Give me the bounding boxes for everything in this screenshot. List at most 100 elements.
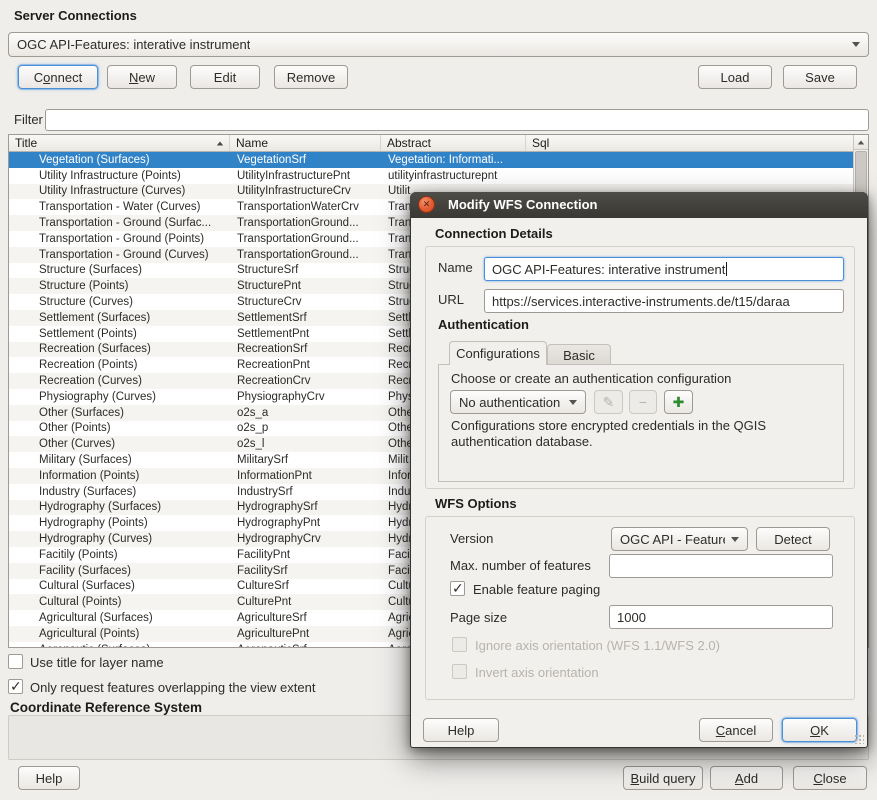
load-button[interactable]: Load: [698, 65, 772, 89]
cell-title: Agricultural (Surfaces): [9, 612, 230, 624]
max-features-input[interactable]: [609, 554, 833, 578]
scroll-up-button[interactable]: [854, 135, 868, 150]
cell-title: Transportation - Ground (Curves): [9, 249, 230, 261]
cell-title: Industry (Surfaces): [9, 486, 230, 498]
url-input[interactable]: https://services.interactive-instruments…: [484, 289, 844, 313]
column-header-title[interactable]: Title: [9, 135, 230, 151]
cell-name: AgricultureSrf: [230, 612, 381, 624]
cell-title: Other (Curves): [9, 438, 230, 450]
enable-paging-checkbox[interactable]: [450, 581, 465, 596]
build-query-button[interactable]: Build query: [623, 766, 703, 790]
text-cursor: [726, 262, 727, 276]
connect-button[interactable]: Connect: [18, 65, 98, 89]
auth-config-dropdown[interactable]: No authentication: [450, 390, 586, 414]
filter-input[interactable]: [45, 109, 869, 131]
cell-title: Transportation - Ground (Points): [9, 233, 230, 245]
cell-name: FacilitySrf: [230, 565, 381, 577]
max-features-label: Max. number of features: [450, 558, 591, 573]
cell-title: Vegetation (Surfaces): [9, 154, 230, 166]
cell-name: UtilityInfrastructurePnt: [230, 170, 381, 182]
resize-grip-icon[interactable]: [854, 734, 864, 744]
cell-name: StructureCrv: [230, 296, 381, 308]
cell-name: UtilityInfrastructureCrv: [230, 185, 381, 197]
tab-configurations[interactable]: Configurations: [449, 341, 547, 365]
add-button[interactable]: Add: [710, 766, 783, 790]
cell-name: TransportationWaterCrv: [230, 201, 381, 213]
authentication-heading: Authentication: [438, 317, 529, 332]
dialog-cancel-button[interactable]: Cancel: [699, 718, 773, 742]
auth-note-line2: authentication database.: [451, 434, 593, 449]
cell-name: VegetationSrf: [230, 154, 381, 166]
enable-paging-label: Enable feature paging: [473, 582, 600, 597]
cell-name: TransportationGround...: [230, 249, 381, 261]
page-size-value: 1000: [617, 610, 646, 625]
cell-name: MilitarySrf: [230, 454, 381, 466]
cell-name: PhysiographyCrv: [230, 391, 381, 403]
cell-name: HydrographySrf: [230, 501, 381, 513]
cell-title: Structure (Curves): [9, 296, 230, 308]
cell-name: TransportationGround...: [230, 233, 381, 245]
name-input[interactable]: OGC API-Features: interative instrument: [484, 257, 844, 281]
cell-name: HydrographyPnt: [230, 517, 381, 529]
cell-name: InformationPnt: [230, 470, 381, 482]
modify-wfs-connection-dialog: ✕ Modify WFS Connection Connection Detai…: [410, 192, 868, 748]
version-dropdown-value: OGC API - Features: [620, 532, 725, 547]
cell-title: Cultural (Surfaces): [9, 580, 230, 592]
edit-button[interactable]: Edit: [190, 65, 260, 89]
column-header-name[interactable]: Name: [230, 135, 381, 151]
table-row[interactable]: Utility Infrastructure (Points)UtilityIn…: [9, 168, 853, 184]
close-icon[interactable]: ✕: [418, 196, 435, 213]
connection-dropdown[interactable]: OGC API-Features: interative instrument: [8, 32, 869, 57]
window-heading: Server Connections: [14, 8, 137, 23]
page-size-input[interactable]: 1000: [609, 605, 833, 629]
cell-name: TransportationGround...: [230, 217, 381, 229]
overlap-checkbox[interactable]: [8, 679, 23, 694]
cell-title: Information (Points): [9, 470, 230, 482]
cell-title: Hydrography (Points): [9, 517, 230, 529]
chevron-down-icon: [569, 400, 577, 405]
cell-name: SettlementSrf: [230, 312, 381, 324]
cell-title: Other (Surfaces): [9, 407, 230, 419]
cell-name: o2s_p: [230, 422, 381, 434]
column-header-sql[interactable]: Sql: [526, 135, 853, 151]
cell-title: Recreation (Points): [9, 359, 230, 371]
minus-icon: −: [639, 394, 647, 410]
connection-dropdown-value: OGC API-Features: interative instrument: [17, 37, 250, 52]
plus-icon: ✚: [673, 394, 685, 411]
cell-title: Facitily (Points): [9, 549, 230, 561]
cell-title: Agricultural (Points): [9, 628, 230, 640]
cell-name: CulturePnt: [230, 596, 381, 608]
table-row[interactable]: Vegetation (Surfaces)VegetationSrfVegeta…: [9, 152, 853, 168]
close-button[interactable]: Close: [793, 766, 867, 790]
cell-title: Facility (Surfaces): [9, 565, 230, 577]
edit-config-button[interactable]: ✎: [594, 390, 623, 414]
new-button[interactable]: New: [107, 65, 177, 89]
invert-axis-label: Invert axis orientation: [475, 665, 599, 680]
cell-name: IndustrySrf: [230, 486, 381, 498]
help-button[interactable]: Help: [18, 766, 80, 790]
save-button[interactable]: Save: [783, 65, 857, 89]
cell-name: HydrographyCrv: [230, 533, 381, 545]
remove-button[interactable]: Remove: [274, 65, 348, 89]
dialog-titlebar[interactable]: ✕ Modify WFS Connection: [410, 192, 868, 218]
version-dropdown[interactable]: OGC API - Features: [611, 527, 748, 551]
detect-button[interactable]: Detect: [756, 527, 830, 551]
table-header-row: Title Name Abstract Sql: [9, 135, 853, 152]
auth-choose-text: Choose or create an authentication confi…: [451, 371, 731, 386]
tab-basic[interactable]: Basic: [547, 344, 611, 365]
cell-name: RecreationCrv: [230, 375, 381, 387]
dialog-ok-button[interactable]: OK: [782, 718, 857, 742]
wfs-options-heading: WFS Options: [435, 496, 517, 511]
chevron-down-icon: [852, 42, 860, 47]
cell-title: Aeronautic (Surfaces): [9, 644, 230, 647]
column-header-abstract[interactable]: Abstract: [381, 135, 526, 151]
remove-config-button[interactable]: −: [629, 390, 657, 414]
dialog-help-button[interactable]: Help: [423, 718, 499, 742]
crs-heading: Coordinate Reference System: [10, 700, 202, 715]
version-label: Version: [450, 531, 493, 546]
use-title-checkbox[interactable]: [8, 654, 23, 669]
name-label: Name: [438, 260, 473, 275]
add-config-button[interactable]: ✚: [664, 390, 693, 414]
cell-title: Cultural (Points): [9, 596, 230, 608]
cell-title: Utility Infrastructure (Points): [9, 170, 230, 182]
